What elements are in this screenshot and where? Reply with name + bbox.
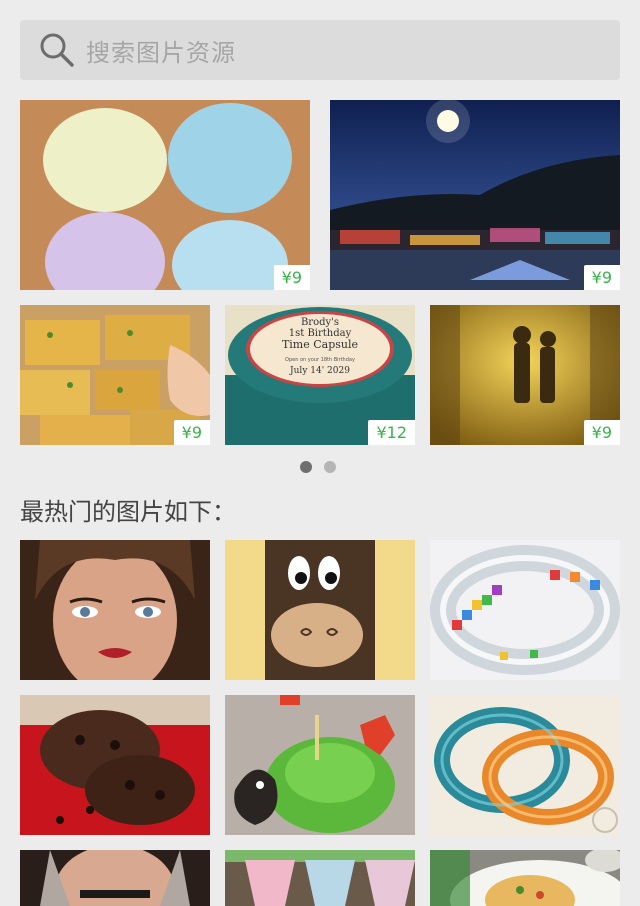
capsule-line5: July 14' 2029 bbox=[289, 366, 350, 376]
price-badge: ¥12 bbox=[368, 420, 415, 445]
carousel-dot-2[interactable] bbox=[324, 461, 336, 473]
popular-image-food-plate[interactable] bbox=[430, 850, 620, 906]
featured-image-bread[interactable]: ¥9 bbox=[20, 305, 210, 445]
featured-image-nighttown[interactable]: ¥9 bbox=[330, 100, 620, 290]
search-icon bbox=[40, 33, 74, 67]
capsule-line3: Time Capsule bbox=[282, 338, 358, 351]
search-bar[interactable]: 搜索图片资源 bbox=[20, 20, 620, 80]
price-badge: ¥9 bbox=[583, 265, 620, 290]
popular-image-portrait-2[interactable] bbox=[20, 850, 210, 906]
price-badge: ¥9 bbox=[273, 265, 310, 290]
featured-image-dough[interactable]: ¥9 bbox=[20, 100, 310, 290]
featured-image-timecapsule[interactable]: Brody's 1st Birthday Time Capsule Open o… bbox=[225, 305, 415, 445]
capsule-line4: Open on your 18th Birthday bbox=[285, 357, 355, 363]
popular-image-tea-banner[interactable] bbox=[225, 850, 415, 906]
search-placeholder: 搜索图片资源 bbox=[86, 38, 236, 67]
popular-image-cookies[interactable] bbox=[20, 695, 210, 835]
popular-image-bag-monster[interactable] bbox=[225, 540, 415, 680]
popular-image-bangles[interactable] bbox=[430, 695, 620, 835]
carousel-indicator bbox=[300, 461, 336, 473]
price-badge: ¥9 bbox=[173, 420, 210, 445]
carousel-dot-1[interactable] bbox=[300, 461, 312, 473]
featured-image-couple[interactable]: ¥9 bbox=[430, 305, 620, 445]
price-badge: ¥9 bbox=[583, 420, 620, 445]
popular-section-title: 最热门的图片如下： bbox=[20, 498, 236, 526]
popular-image-tetris-bangle[interactable] bbox=[430, 540, 620, 680]
capsule-line1: Brody's bbox=[301, 317, 339, 328]
popular-image-portrait[interactable] bbox=[20, 540, 210, 680]
popular-image-cupcake[interactable] bbox=[225, 695, 415, 835]
